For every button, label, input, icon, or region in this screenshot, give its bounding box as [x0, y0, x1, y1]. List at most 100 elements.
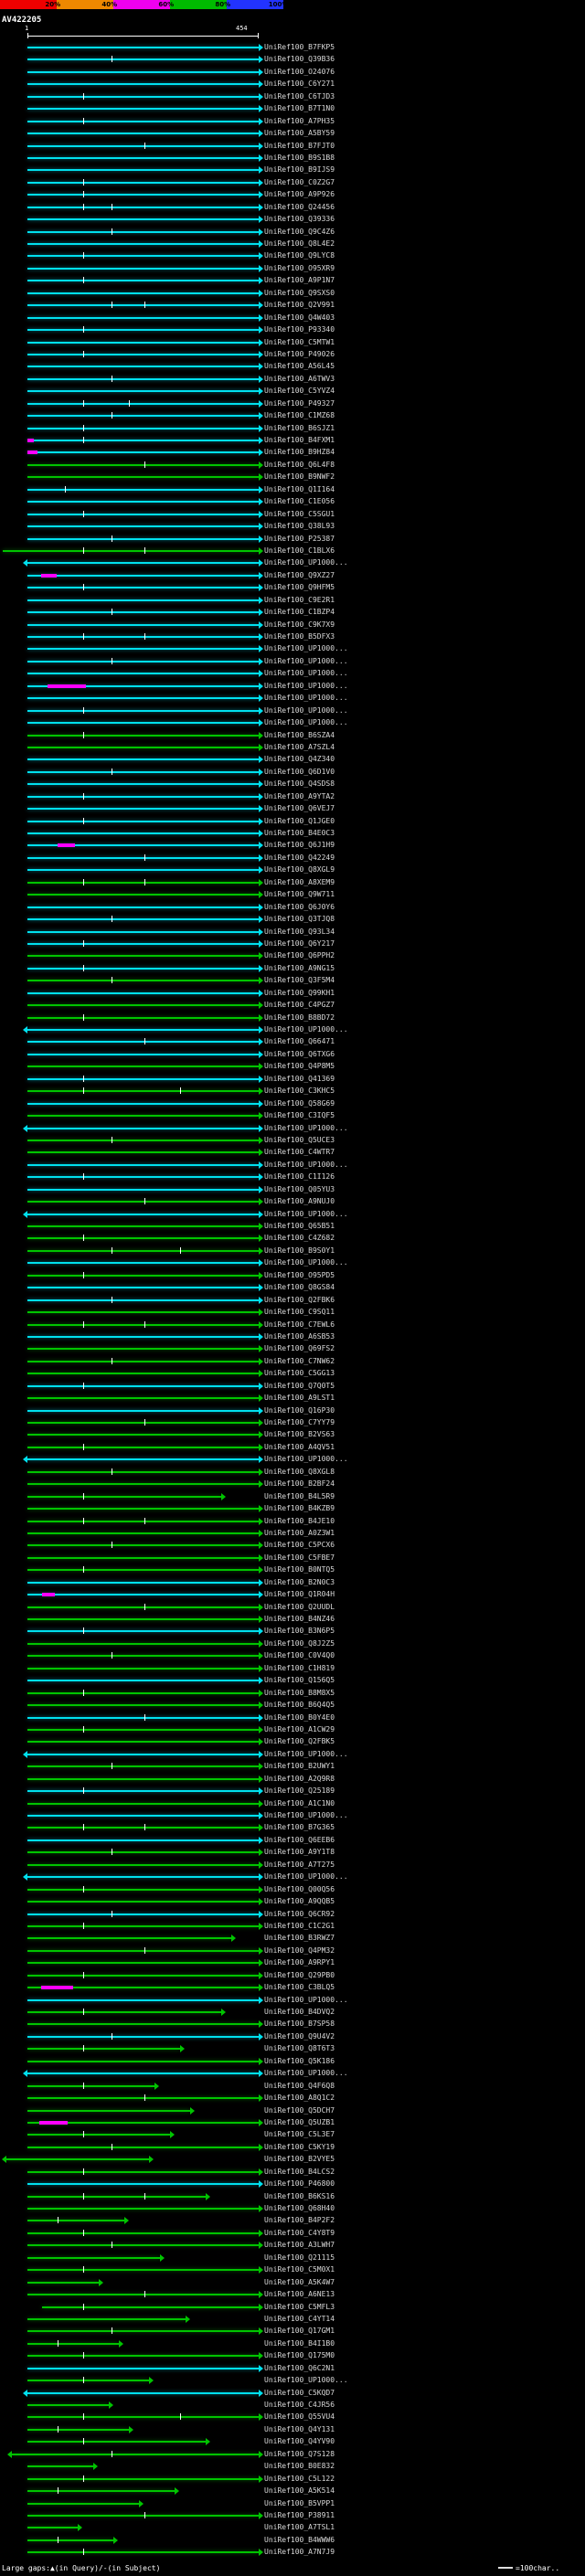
- hit-label[interactable]: UniRef100_Q41369: [264, 1075, 335, 1083]
- alignment-bar[interactable]: [27, 2183, 259, 2186]
- alignment-bar[interactable]: [27, 95, 259, 98]
- hit-label[interactable]: UniRef100_P93340: [264, 326, 335, 334]
- alignment-bar[interactable]: [27, 1888, 259, 1891]
- alignment-row[interactable]: UniRef100_C5M0X1: [0, 2263, 585, 2275]
- alignment-bar[interactable]: [27, 525, 259, 528]
- alignment-row[interactable]: UniRef100_Q6J0Y6: [0, 901, 585, 913]
- hit-label[interactable]: UniRef100_Q58G69: [264, 1099, 335, 1108]
- alignment-bar[interactable]: [27, 292, 259, 294]
- alignment-row[interactable]: UniRef100_C1I126: [0, 1171, 585, 1182]
- alignment-row[interactable]: UniRef100_B9IJS9: [0, 164, 585, 175]
- hit-label[interactable]: UniRef100_Q99KH1: [264, 989, 335, 997]
- alignment-row[interactable]: UniRef100_A7PH35: [0, 115, 585, 127]
- alignment-row[interactable]: UniRef100_Q3TJQ8: [0, 913, 585, 925]
- alignment-bar[interactable]: [27, 1434, 259, 1436]
- alignment-bar[interactable]: [27, 1201, 259, 1203]
- alignment-bar[interactable]: [27, 83, 259, 86]
- alignment-bar[interactable]: [27, 1373, 259, 1375]
- alignment-bar[interactable]: [27, 2380, 150, 2382]
- hit-label[interactable]: UniRef100_B6SZA4: [264, 731, 335, 739]
- alignment-row[interactable]: UniRef100_A9QQB5: [0, 1895, 585, 1907]
- alignment-bar[interactable]: [27, 2342, 119, 2345]
- hit-label[interactable]: UniRef100_C3BLQ5: [264, 1984, 335, 1991]
- alignment-bar[interactable]: [27, 1937, 231, 1940]
- hit-label[interactable]: UniRef100_P46800: [264, 2180, 335, 2188]
- alignment-bar[interactable]: [27, 243, 259, 245]
- alignment-row[interactable]: UniRef100_C5GG13: [0, 1367, 585, 1379]
- hit-label[interactable]: UniRef100_A1CW29: [264, 1725, 335, 1733]
- hit-label[interactable]: UniRef100_B8BD72: [264, 1013, 335, 1022]
- alignment-row[interactable]: UniRef100_B6KS16: [0, 2190, 585, 2202]
- alignment-bar[interactable]: [27, 1127, 259, 1129]
- alignment-row[interactable]: UniRef100_A8XEM9: [0, 876, 585, 888]
- hit-label[interactable]: UniRef100_B4P2F2: [264, 2217, 335, 2224]
- alignment-row[interactable]: UniRef100_Q2FBK6: [0, 1294, 585, 1306]
- alignment-bar[interactable]: [27, 2035, 259, 2038]
- alignment-row[interactable]: UniRef100_Q1JGE0: [0, 815, 585, 827]
- alignment-row[interactable]: UniRef100_Q4P8M5: [0, 1060, 585, 1072]
- hit-label[interactable]: UniRef100_A9NUJ0: [264, 1198, 335, 1205]
- alignment-bar[interactable]: [27, 758, 259, 761]
- hit-label[interactable]: UniRef100_Q69FS2: [264, 1345, 335, 1352]
- alignment-bar[interactable]: [27, 267, 259, 270]
- hit-label[interactable]: UniRef100_Q6C2N1: [264, 2364, 335, 2372]
- alignment-row[interactable]: UniRef100_B5VPP1: [0, 2497, 585, 2509]
- hit-label[interactable]: UniRef100_Q7Q0T5: [264, 1382, 335, 1390]
- alignment-row[interactable]: UniRef100_A5K514: [0, 2485, 585, 2496]
- alignment-bar[interactable]: [27, 169, 259, 172]
- hit-label[interactable]: UniRef100_C5FBE7: [264, 1553, 335, 1562]
- alignment-bar[interactable]: [27, 1004, 259, 1007]
- alignment-bar[interactable]: [27, 1949, 259, 1952]
- alignment-row[interactable]: UniRef100_B4L5R9: [0, 1490, 585, 1502]
- alignment-row[interactable]: UniRef100_C3BLQ5: [0, 1981, 585, 1993]
- hit-label[interactable]: UniRef100_UP1000...: [264, 694, 348, 702]
- alignment-bar[interactable]: [27, 1532, 259, 1534]
- alignment-row[interactable]: UniRef100_UP1000...: [0, 655, 585, 667]
- alignment-bar[interactable]: [27, 440, 259, 441]
- hit-label[interactable]: UniRef100_Q2FBK5: [264, 1738, 335, 1745]
- hit-label[interactable]: UniRef100_C1MZ68: [264, 412, 335, 419]
- alignment-bar[interactable]: [27, 488, 259, 491]
- alignment-row[interactable]: UniRef100_B2BF24: [0, 1478, 585, 1489]
- alignment-bar[interactable]: [27, 1667, 259, 1670]
- hit-label[interactable]: UniRef100_UP1000...: [264, 1026, 348, 1034]
- alignment-row[interactable]: UniRef100_C9K7X9: [0, 619, 585, 631]
- alignment-row[interactable]: UniRef100_B7T1N0: [0, 102, 585, 114]
- hit-label[interactable]: UniRef100_UP1000...: [264, 645, 348, 652]
- alignment-row[interactable]: UniRef100_UP1000...: [0, 1748, 585, 1760]
- alignment-bar[interactable]: [27, 2256, 160, 2259]
- alignment-row[interactable]: UniRef100_A8Q1C2: [0, 2092, 585, 2104]
- alignment-bar[interactable]: [27, 1262, 259, 1265]
- hit-label[interactable]: UniRef100_B4E0C3: [264, 830, 335, 837]
- alignment-row[interactable]: UniRef100_Q42249: [0, 852, 585, 864]
- hit-label[interactable]: UniRef100_B4DVQ2: [264, 2009, 335, 2016]
- alignment-row[interactable]: UniRef100_UP1000...: [0, 1994, 585, 2006]
- hit-label[interactable]: UniRef100_B2BF24: [264, 1480, 335, 1488]
- alignment-row[interactable]: UniRef100_B7FKP5: [0, 41, 585, 53]
- alignment-row[interactable]: UniRef100_Q6C2N1: [0, 2362, 585, 2374]
- hit-label[interactable]: UniRef100_UP1000...: [264, 1873, 348, 1881]
- hit-label[interactable]: UniRef100_UP1000...: [264, 2070, 348, 2077]
- hit-label[interactable]: UniRef100_B2UWY1: [264, 1763, 335, 1770]
- hit-label[interactable]: UniRef100_Q2FBK6: [264, 1296, 335, 1304]
- hit-label[interactable]: UniRef100_Q9U4V2: [264, 2032, 335, 2041]
- hit-label[interactable]: UniRef100_Q25189: [264, 1787, 335, 1795]
- alignment-bar[interactable]: [27, 1716, 259, 1719]
- alignment-bar[interactable]: [27, 1901, 259, 1903]
- hit-label[interactable]: UniRef100_C1H819: [264, 1664, 335, 1672]
- alignment-bar[interactable]: [27, 562, 259, 565]
- alignment-bar[interactable]: [27, 108, 259, 111]
- hit-label[interactable]: UniRef100_C9K7X9: [264, 620, 335, 629]
- alignment-row[interactable]: UniRef100_A5K4W7: [0, 2276, 585, 2288]
- hit-label[interactable]: UniRef100_C1I126: [264, 1173, 335, 1181]
- alignment-bar[interactable]: [27, 1863, 259, 1866]
- alignment-bar[interactable]: [27, 181, 259, 184]
- alignment-row[interactable]: UniRef100_A2Q9R8: [0, 1773, 585, 1785]
- hit-label[interactable]: UniRef100_Q5UZB1: [264, 2118, 335, 2126]
- hit-label[interactable]: UniRef100_C9E2R1: [264, 596, 335, 604]
- alignment-row[interactable]: UniRef100_B5DFX3: [0, 631, 585, 642]
- alignment-row[interactable]: UniRef100_P93340: [0, 323, 585, 335]
- hit-label[interactable]: UniRef100_B5DFX3: [264, 633, 335, 641]
- hit-label[interactable]: UniRef100_B4KZB9: [264, 1505, 335, 1512]
- alignment-bar[interactable]: [27, 377, 259, 380]
